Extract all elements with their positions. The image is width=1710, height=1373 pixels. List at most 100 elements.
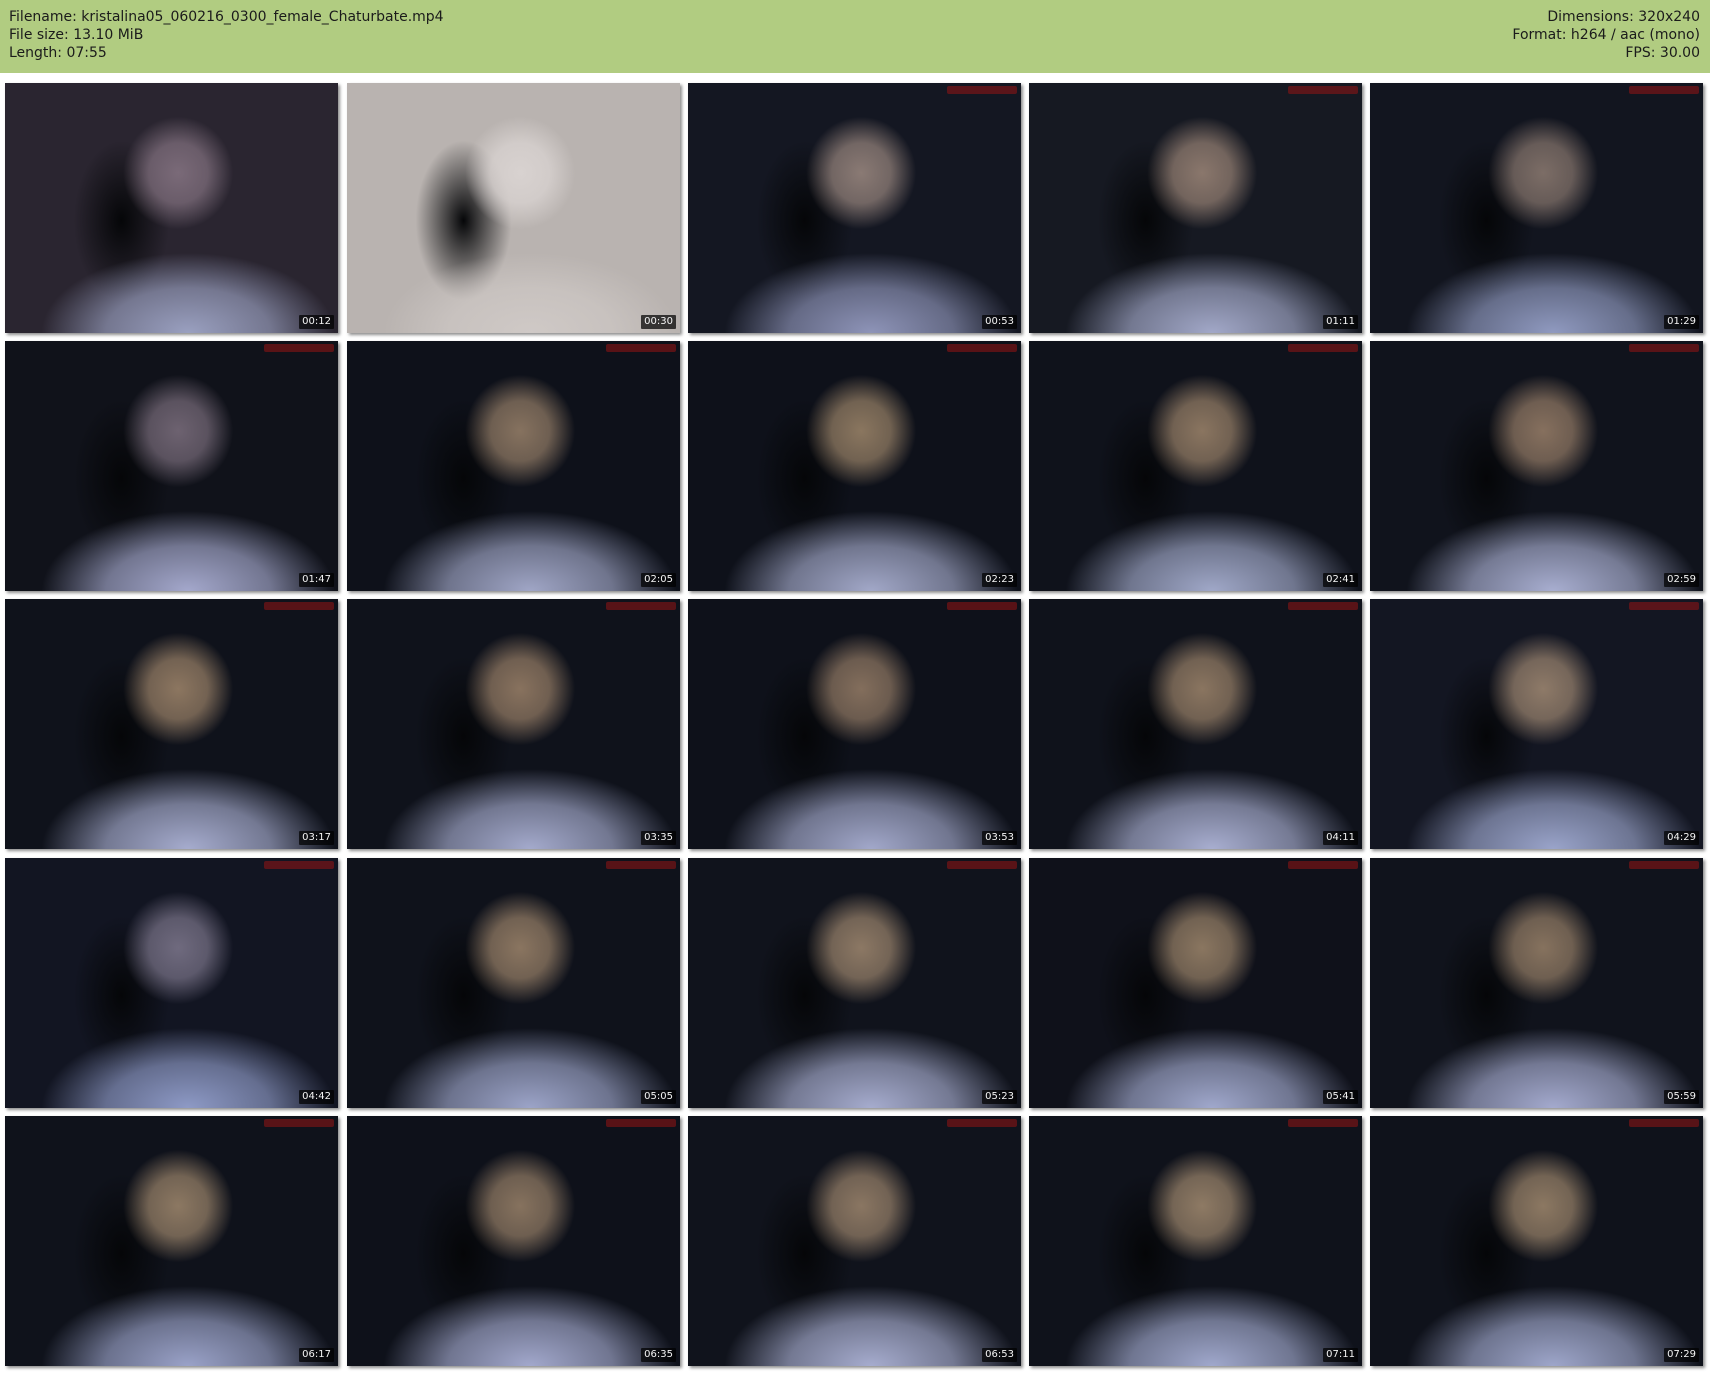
video-thumbnail: 02:59 bbox=[1370, 341, 1703, 591]
watermark-mark bbox=[947, 86, 1017, 94]
thumbnail-frame bbox=[347, 341, 680, 591]
timestamp-label: 04:29 bbox=[1664, 831, 1699, 845]
video-thumbnail: 00:12 bbox=[5, 83, 338, 333]
timestamp-label: 00:12 bbox=[299, 315, 334, 329]
fps-text: FPS: 30.00 bbox=[1625, 45, 1700, 61]
thumbnail-frame bbox=[1370, 341, 1703, 591]
timestamp-label: 03:35 bbox=[641, 831, 676, 845]
timestamp-label: 06:53 bbox=[982, 1348, 1017, 1362]
watermark-mark bbox=[1629, 86, 1699, 94]
video-info: Dimensions: 320x240 Format: h264 / aac (… bbox=[1512, 8, 1700, 62]
watermark-mark bbox=[947, 861, 1017, 869]
watermark-mark bbox=[1629, 1119, 1699, 1127]
video-thumbnail: 06:35 bbox=[347, 1116, 680, 1366]
watermark-mark bbox=[1288, 344, 1358, 352]
info-header: Filename: kristalina05_060216_0300_femal… bbox=[0, 0, 1710, 73]
video-thumbnail: 02:41 bbox=[1029, 341, 1362, 591]
watermark-mark bbox=[947, 344, 1017, 352]
dimensions-text: Dimensions: 320x240 bbox=[1547, 9, 1700, 25]
thumbnail-grid: 00:12 00:30 00:53 01:11 01:29 01:47 02:05 02:23… bbox=[0, 73, 1710, 1373]
thumbnail-frame bbox=[347, 599, 680, 849]
video-thumbnail: 07:29 bbox=[1370, 1116, 1703, 1366]
thumbnail-frame bbox=[1370, 83, 1703, 333]
thumbnail-frame bbox=[1370, 858, 1703, 1108]
filename-text: Filename: kristalina05_060216_0300_femal… bbox=[9, 9, 444, 25]
watermark-mark bbox=[1629, 602, 1699, 610]
timestamp-label: 01:11 bbox=[1323, 315, 1358, 329]
timestamp-label: 05:59 bbox=[1664, 1090, 1699, 1104]
timestamp-label: 03:17 bbox=[299, 831, 334, 845]
video-thumbnail: 05:41 bbox=[1029, 858, 1362, 1108]
thumbnail-frame bbox=[688, 599, 1021, 849]
watermark-mark bbox=[264, 344, 334, 352]
video-thumbnail: 05:23 bbox=[688, 858, 1021, 1108]
video-thumbnail: 04:42 bbox=[5, 858, 338, 1108]
video-thumbnail: 01:29 bbox=[1370, 83, 1703, 333]
timestamp-label: 05:23 bbox=[982, 1090, 1017, 1104]
watermark-mark bbox=[1288, 861, 1358, 869]
timestamp-label: 01:47 bbox=[299, 573, 334, 587]
timestamp-label: 02:59 bbox=[1664, 573, 1699, 587]
thumbnail-frame bbox=[688, 341, 1021, 591]
video-thumbnail: 01:47 bbox=[5, 341, 338, 591]
video-thumbnail: 06:53 bbox=[688, 1116, 1021, 1366]
video-thumbnail: 05:05 bbox=[347, 858, 680, 1108]
video-thumbnail: 02:05 bbox=[347, 341, 680, 591]
watermark-mark bbox=[1288, 86, 1358, 94]
thumbnail-frame bbox=[688, 858, 1021, 1108]
thumbnail-frame bbox=[1370, 1116, 1703, 1366]
watermark-mark bbox=[606, 1119, 676, 1127]
timestamp-label: 00:30 bbox=[641, 315, 676, 329]
thumbnail-frame bbox=[688, 83, 1021, 333]
timestamp-label: 06:17 bbox=[299, 1348, 334, 1362]
timestamp-label: 02:23 bbox=[982, 573, 1017, 587]
video-thumbnail: 01:11 bbox=[1029, 83, 1362, 333]
watermark-mark bbox=[264, 602, 334, 610]
timestamp-label: 04:42 bbox=[299, 1090, 334, 1104]
thumbnail-frame bbox=[688, 1116, 1021, 1366]
thumbnail-frame bbox=[1370, 599, 1703, 849]
timestamp-label: 05:41 bbox=[1323, 1090, 1358, 1104]
video-thumbnail: 03:53 bbox=[688, 599, 1021, 849]
thumbnail-frame bbox=[347, 83, 680, 333]
video-thumbnail: 02:23 bbox=[688, 341, 1021, 591]
watermark-mark bbox=[606, 861, 676, 869]
video-thumbnail: 05:59 bbox=[1370, 858, 1703, 1108]
thumbnail-frame bbox=[5, 858, 338, 1108]
thumbnail-frame bbox=[347, 1116, 680, 1366]
watermark-mark bbox=[606, 602, 676, 610]
thumbnail-frame bbox=[1029, 858, 1362, 1108]
timestamp-label: 03:53 bbox=[982, 831, 1017, 845]
thumbnail-frame bbox=[5, 341, 338, 591]
timestamp-label: 07:11 bbox=[1323, 1348, 1358, 1362]
timestamp-label: 00:53 bbox=[982, 315, 1017, 329]
watermark-mark bbox=[1629, 861, 1699, 869]
timestamp-label: 05:05 bbox=[641, 1090, 676, 1104]
filesize-text: File size: 13.10 MiB bbox=[9, 27, 144, 43]
timestamp-label: 02:05 bbox=[641, 573, 676, 587]
watermark-mark bbox=[264, 1119, 334, 1127]
timestamp-label: 06:35 bbox=[641, 1348, 676, 1362]
thumbnail-frame bbox=[1029, 599, 1362, 849]
watermark-mark bbox=[947, 1119, 1017, 1127]
video-thumbnail: 06:17 bbox=[5, 1116, 338, 1366]
thumbnail-frame bbox=[1029, 1116, 1362, 1366]
watermark-mark bbox=[1629, 344, 1699, 352]
watermark-mark bbox=[264, 861, 334, 869]
timestamp-label: 07:29 bbox=[1664, 1348, 1699, 1362]
thumbnail-frame bbox=[5, 1116, 338, 1366]
watermark-mark bbox=[1288, 1119, 1358, 1127]
timestamp-label: 01:29 bbox=[1664, 315, 1699, 329]
video-thumbnail: 00:30 bbox=[347, 83, 680, 333]
thumbnail-frame bbox=[1029, 83, 1362, 333]
video-thumbnail: 00:53 bbox=[688, 83, 1021, 333]
video-thumbnail: 04:11 bbox=[1029, 599, 1362, 849]
thumbnail-frame bbox=[347, 858, 680, 1108]
watermark-mark bbox=[947, 602, 1017, 610]
timestamp-label: 04:11 bbox=[1323, 831, 1358, 845]
thumbnail-frame bbox=[1029, 341, 1362, 591]
video-thumbnail: 03:17 bbox=[5, 599, 338, 849]
length-text: Length: 07:55 bbox=[9, 45, 107, 61]
video-thumbnail: 03:35 bbox=[347, 599, 680, 849]
format-text: Format: h264 / aac (mono) bbox=[1512, 27, 1700, 43]
